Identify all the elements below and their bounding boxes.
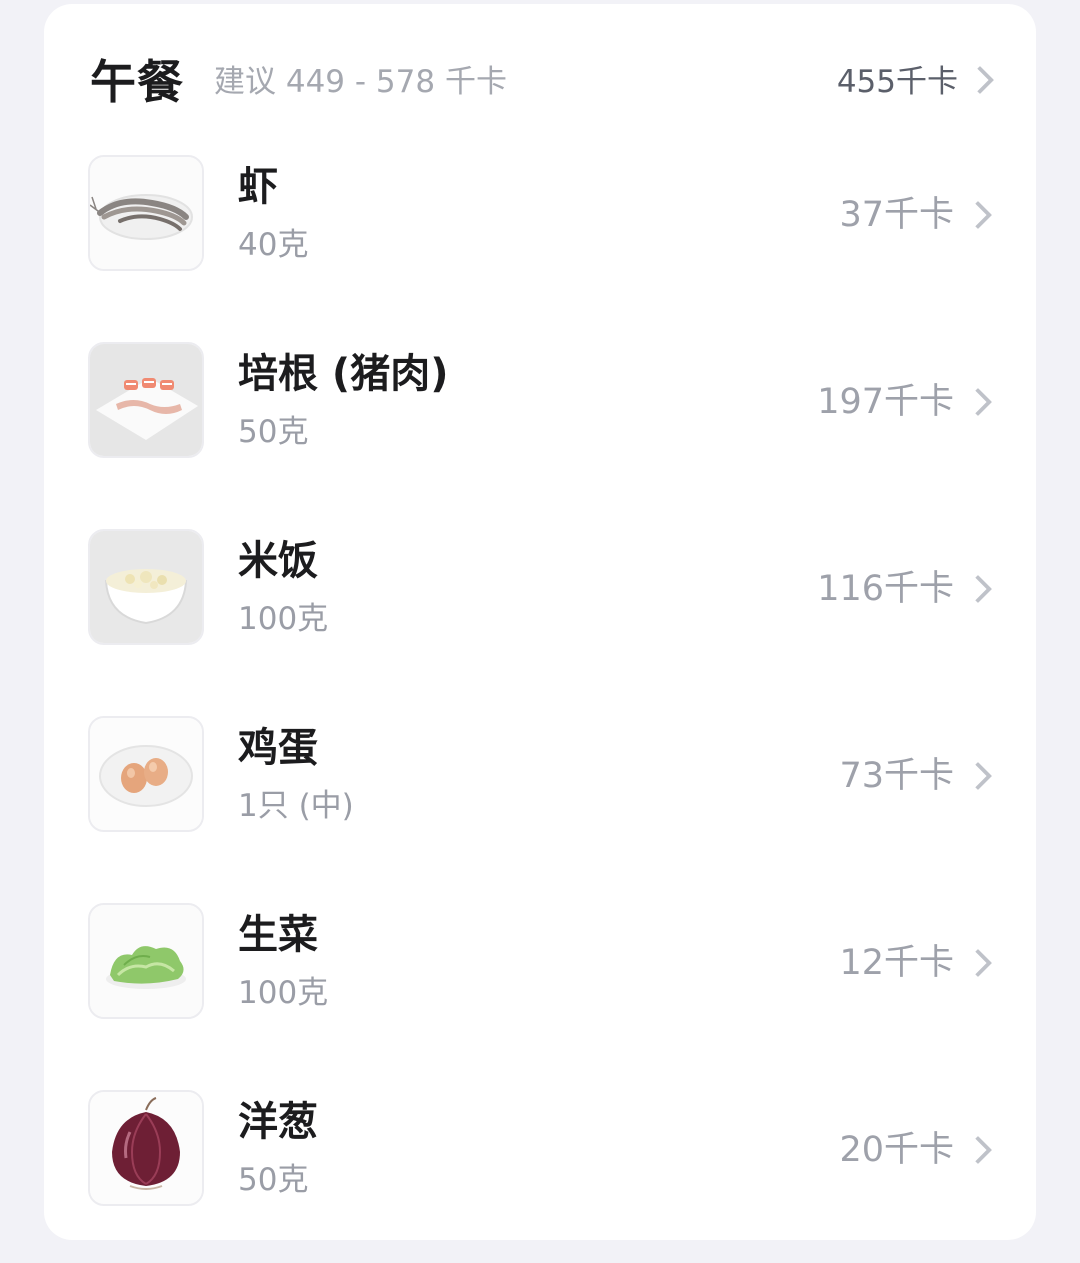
food-item-onion[interactable]: 洋葱 50克 20千卡 — [88, 1090, 998, 1208]
food-amount: 100克 — [238, 601, 329, 637]
chevron-right-icon — [965, 65, 995, 95]
recommended-range: 建议 449 - 578 千卡 — [214, 64, 507, 100]
lettuce-image — [88, 903, 204, 1019]
egg-image — [88, 716, 204, 832]
meal-title: 午餐 — [90, 55, 184, 109]
food-item-rice[interactable]: 米饭 100克 116千卡 — [88, 529, 998, 647]
chevron-right-icon — [963, 948, 993, 978]
food-kcal: 73千卡 — [839, 756, 954, 796]
food-item-bacon[interactable]: 培根 (猪肉) 50克 197千卡 — [88, 342, 998, 460]
food-item-lettuce[interactable]: 生菜 100克 12千卡 — [88, 903, 998, 1021]
food-name: 虾 — [238, 164, 278, 210]
chevron-right-icon — [963, 200, 993, 230]
chevron-right-icon — [963, 761, 993, 791]
food-item-shrimp[interactable]: 虾 40克 37千卡 — [88, 155, 998, 273]
food-item-egg[interactable]: 鸡蛋 1只 (中) 73千卡 — [88, 716, 998, 834]
chevron-right-icon — [963, 1135, 993, 1165]
lunch-card: 午餐 建议 449 - 578 千卡 455千卡 虾 40克 37千卡 培根 (… — [44, 4, 1036, 1240]
food-kcal: 12千卡 — [839, 943, 954, 983]
food-amount: 1只 (中) — [238, 788, 354, 824]
food-name: 鸡蛋 — [238, 725, 318, 771]
food-amount: 50克 — [238, 1162, 309, 1198]
bacon-image — [88, 342, 204, 458]
food-name: 米饭 — [238, 538, 318, 584]
rice-image — [88, 529, 204, 645]
food-kcal: 20千卡 — [839, 1130, 954, 1170]
food-kcal: 37千卡 — [839, 195, 954, 235]
shrimp-image — [88, 155, 204, 271]
onion-image — [88, 1090, 204, 1206]
chevron-right-icon — [963, 387, 993, 417]
food-kcal: 197千卡 — [817, 382, 954, 422]
chevron-right-icon — [963, 574, 993, 604]
meal-total-kcal: 455千卡 — [836, 64, 958, 100]
food-amount: 50克 — [238, 414, 309, 450]
food-name: 洋葱 — [238, 1099, 318, 1145]
food-amount: 40克 — [238, 227, 309, 263]
food-name: 培根 (猪肉) — [238, 351, 449, 397]
food-kcal: 116千卡 — [817, 569, 954, 609]
food-name: 生菜 — [238, 912, 318, 958]
meal-header[interactable]: 午餐 建议 449 - 578 千卡 455千卡 — [90, 44, 998, 120]
food-amount: 100克 — [238, 975, 329, 1011]
